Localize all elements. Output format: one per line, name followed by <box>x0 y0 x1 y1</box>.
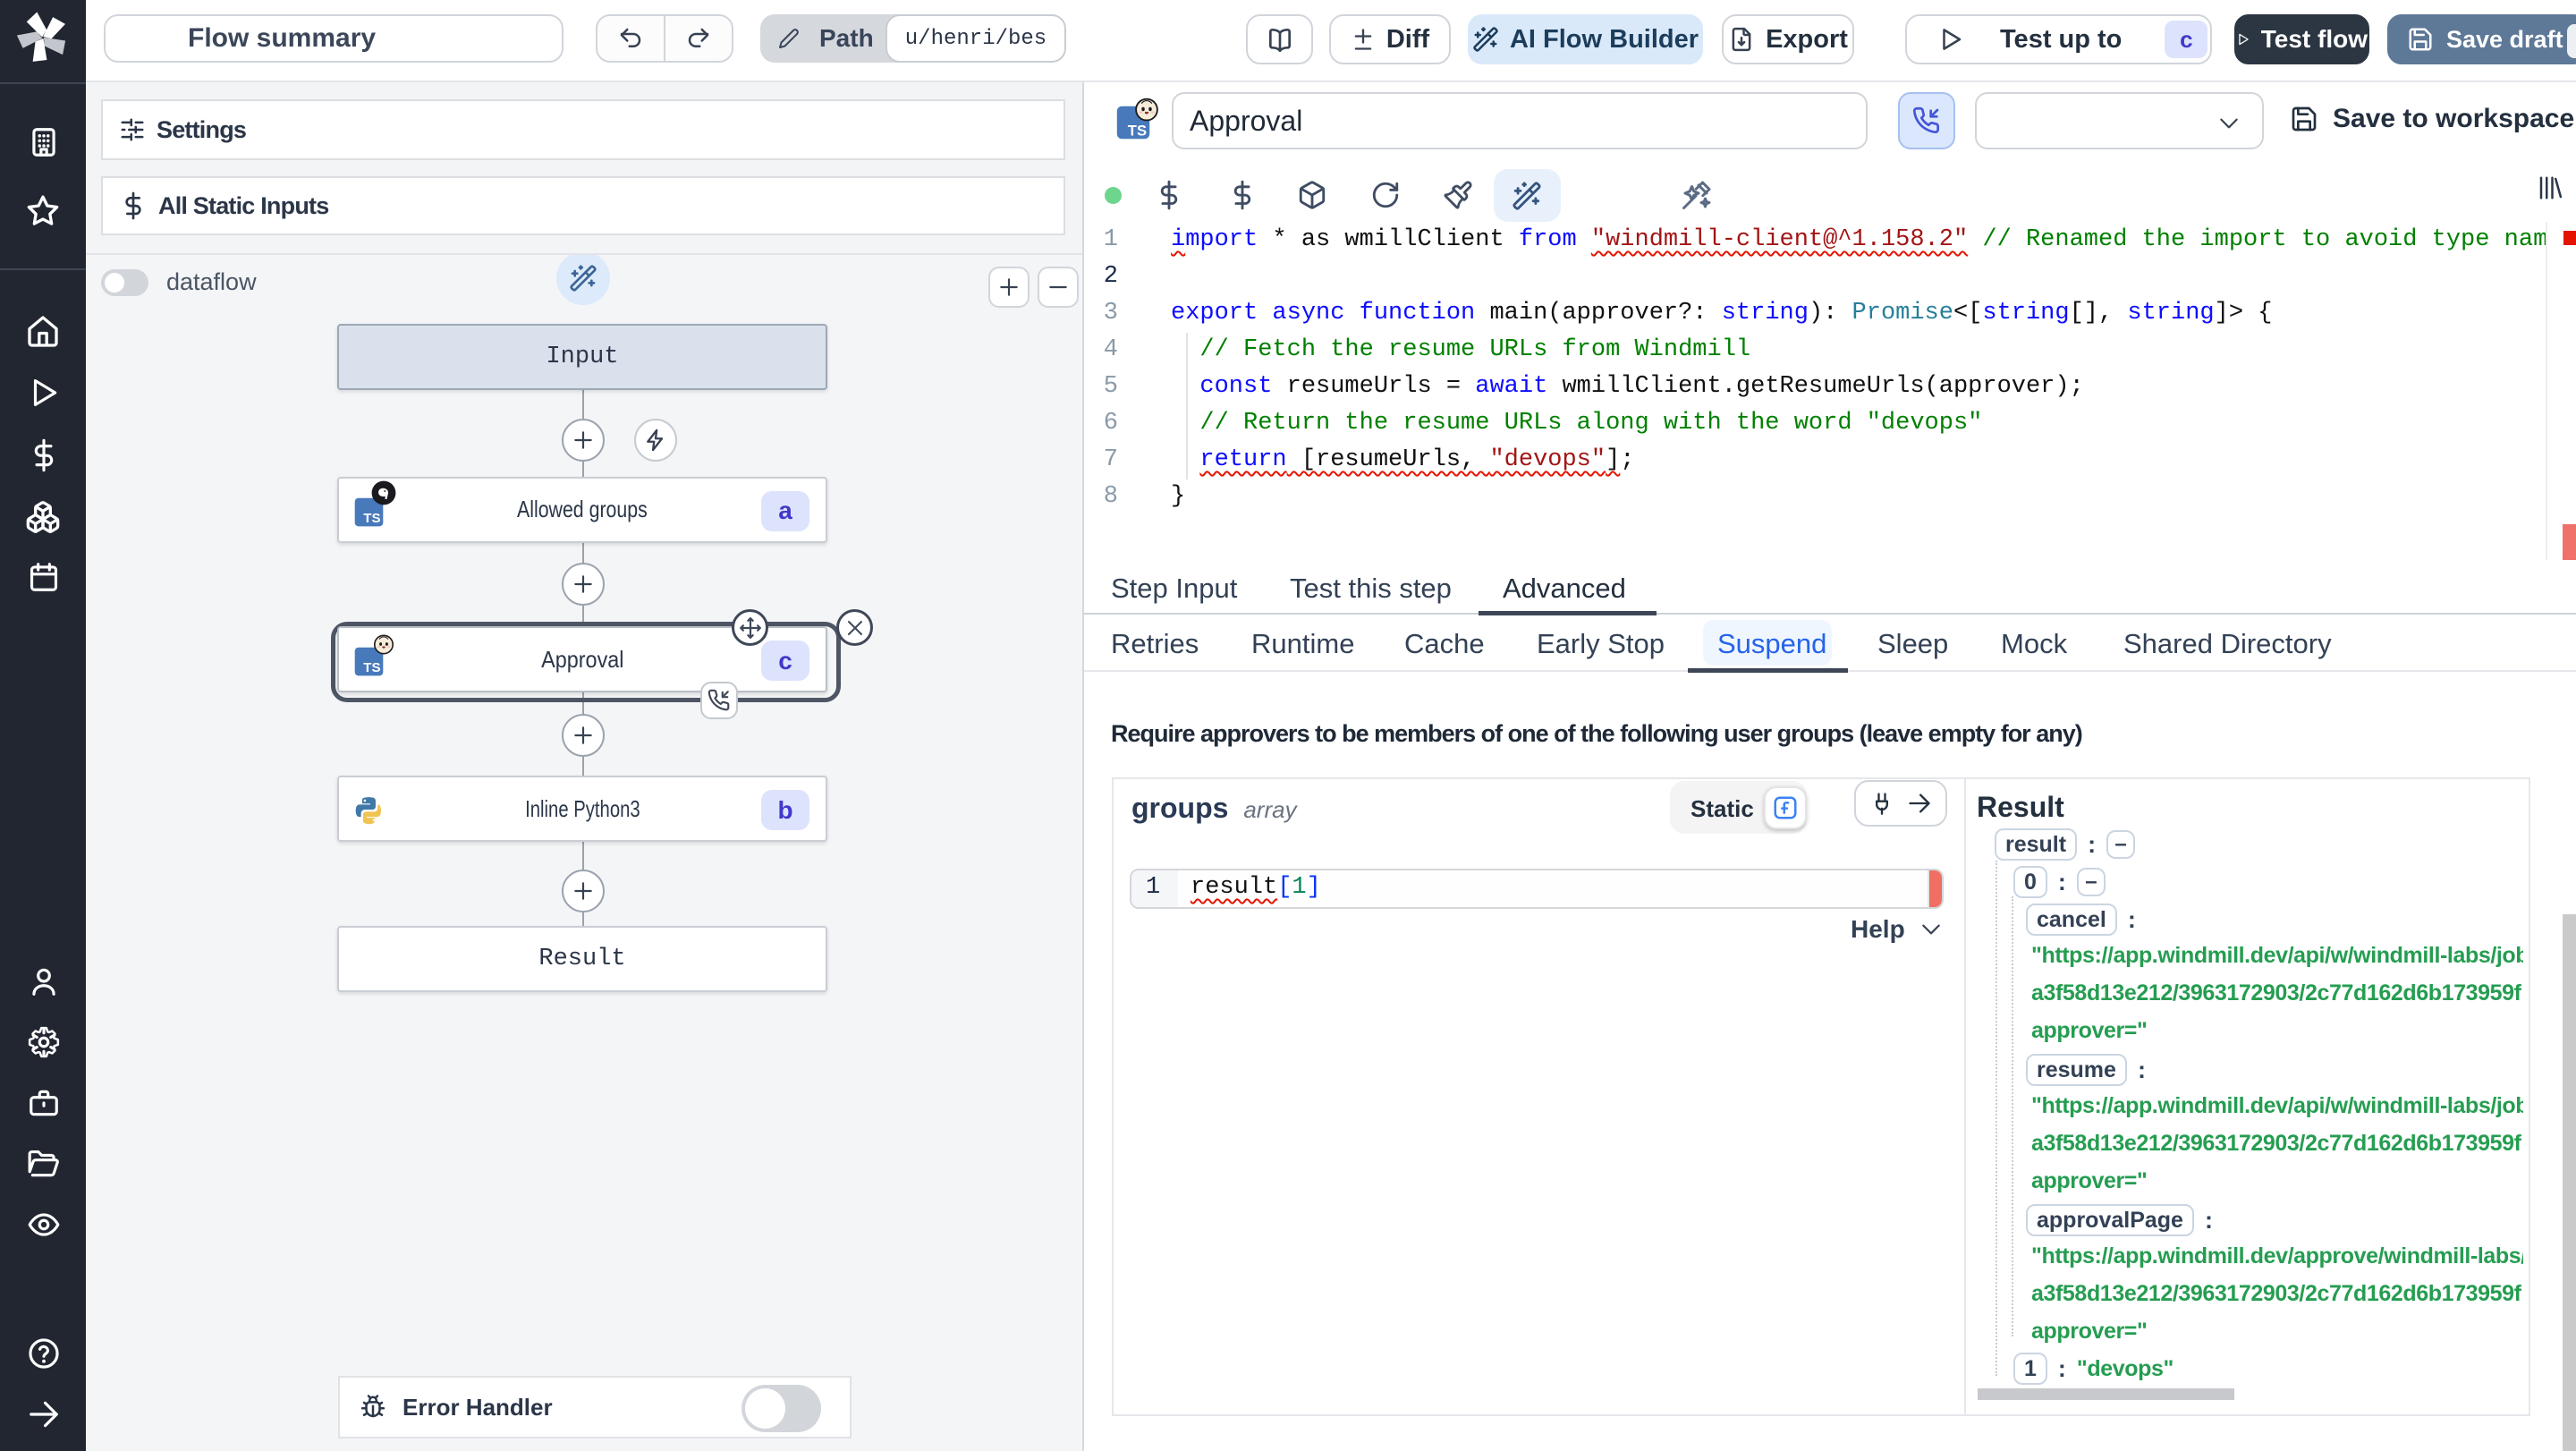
svg-text:TS: TS <box>1128 122 1147 139</box>
svg-text:TS: TS <box>363 660 380 675</box>
svg-text:TS: TS <box>363 511 380 526</box>
